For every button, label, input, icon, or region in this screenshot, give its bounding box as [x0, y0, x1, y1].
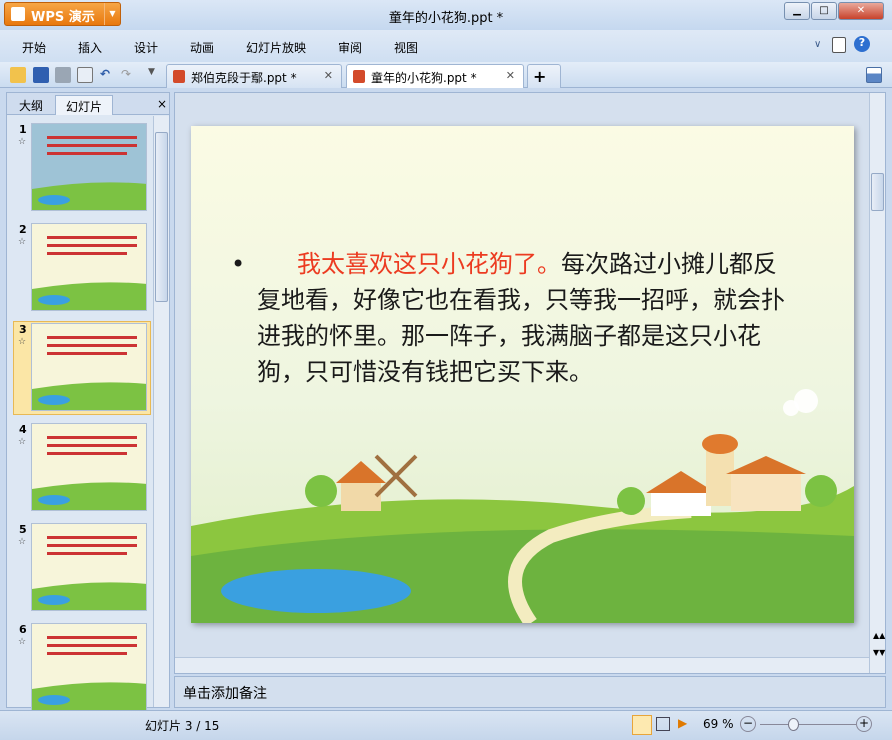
- close-panel-icon[interactable]: ×: [147, 95, 177, 115]
- animation-star-icon: ☆: [18, 637, 27, 647]
- undo-icon[interactable]: ↶: [100, 67, 116, 83]
- menu-slideshow[interactable]: 幻灯片放映: [246, 39, 306, 56]
- thumbnail-preview: [32, 636, 146, 710]
- next-slide-icon[interactable]: ▼▼: [873, 648, 885, 657]
- menu-animation[interactable]: 动画: [190, 39, 214, 56]
- notes-area[interactable]: 单击添加备注: [174, 676, 886, 708]
- slide-thumbnail[interactable]: [31, 223, 147, 311]
- zoom-level: 69 %: [703, 717, 734, 731]
- scroll-thumb[interactable]: [871, 173, 884, 211]
- slide-sorter-icon[interactable]: [656, 717, 670, 731]
- thumbnail-preview: [32, 236, 146, 310]
- tab-doc-1[interactable]: 郑伯克段于鄢.ppt * ✕: [166, 64, 342, 88]
- open-icon[interactable]: [10, 67, 26, 83]
- slide-thumbnail[interactable]: [31, 123, 147, 211]
- thumbnail-preview: [32, 436, 146, 510]
- thumbnail-number: 3: [19, 323, 27, 336]
- animation-star-icon: ☆: [18, 237, 27, 247]
- help-icon[interactable]: ?: [854, 36, 870, 52]
- thumbnail-preview: [32, 536, 146, 610]
- prev-slide-icon[interactable]: ▲▲: [873, 631, 885, 640]
- redo-icon[interactable]: ↷: [121, 67, 137, 83]
- thumbnail-number: 1: [19, 123, 27, 136]
- close-tab-icon[interactable]: ✕: [324, 69, 333, 82]
- tab-label: 郑伯克段于鄢.ppt *: [191, 71, 297, 85]
- thumbnail-number: 6: [19, 623, 27, 636]
- quick-toolbar: ↶ ↷ ▼ 郑伯克段于鄢.ppt * ✕ 童年的小花狗.ppt * ✕ +: [0, 62, 892, 88]
- tab-label: 童年的小花狗.ppt *: [371, 71, 477, 85]
- tab-doc-2[interactable]: 童年的小花狗.ppt * ✕: [346, 64, 524, 88]
- normal-view-icon[interactable]: [632, 715, 652, 735]
- tab-slides[interactable]: 幻灯片: [55, 95, 114, 115]
- zoom-slider-track[interactable]: [760, 724, 856, 725]
- collapse-ribbon-icon[interactable]: ∨: [814, 39, 821, 50]
- maximize-button[interactable]: □: [811, 2, 837, 20]
- scroll-thumb[interactable]: [155, 132, 168, 302]
- tab-outline[interactable]: 大纲: [9, 95, 53, 115]
- animation-star-icon: ☆: [18, 137, 27, 147]
- ppt-file-icon: [353, 70, 365, 83]
- minimize-button[interactable]: ▁: [784, 2, 810, 20]
- menu-home[interactable]: 开始: [22, 39, 46, 56]
- slide-thumbnail[interactable]: [31, 423, 147, 511]
- editor-horizontal-scrollbar[interactable]: [175, 657, 869, 673]
- title-bar: WPS 演示 ▼ 童年的小花狗.ppt * ▁ □ ✕: [0, 0, 892, 30]
- animation-star-icon: ☆: [18, 337, 27, 347]
- menu-design[interactable]: 设计: [134, 39, 158, 56]
- animation-star-icon: ☆: [18, 437, 27, 447]
- bullet-marker: •: [231, 250, 246, 278]
- slide-editor: • 我太喜欢这只小花狗了。每次路过小摊儿都反复地看，好像它也在看我，只等我一招呼，…: [174, 92, 886, 674]
- menu-insert[interactable]: 插入: [78, 39, 102, 56]
- new-tab-button[interactable]: +: [527, 64, 561, 88]
- slide-bullet-text[interactable]: • 我太喜欢这只小花狗了。每次路过小摊儿都反复地看，好像它也在看我，只等我一招呼，…: [231, 246, 797, 390]
- notes-placeholder: 单击添加备注: [183, 686, 267, 702]
- highlighted-text: 我太喜欢这只小花狗了。: [297, 250, 561, 278]
- thumbnail-number: 4: [19, 423, 27, 436]
- menu-review[interactable]: 审阅: [338, 39, 362, 56]
- slides-panel: 大纲 幻灯片 × 1 ☆ 2 ☆ 3 ☆ 4 ☆ 5 ☆ 6 ☆: [6, 92, 170, 711]
- menu-view[interactable]: 视图: [394, 39, 418, 56]
- ppt-file-icon: [173, 70, 185, 83]
- save-icon[interactable]: [33, 67, 49, 83]
- slide-thumbnail[interactable]: [31, 623, 147, 711]
- slide-thumbnail[interactable]: [31, 523, 147, 611]
- customize-icon[interactable]: ▼: [148, 67, 164, 83]
- window-layout-icon[interactable]: [866, 67, 882, 83]
- zoom-slider-knob[interactable]: [787, 718, 799, 731]
- status-bar: 幻灯片 3 / 15 ▶ 69 % − +: [0, 710, 892, 740]
- window-title: 童年的小花狗.ppt *: [388, 11, 504, 26]
- editor-vertical-scrollbar[interactable]: ▲▲ ▼▼: [869, 93, 885, 673]
- close-button[interactable]: ✕: [838, 2, 884, 20]
- slide-counter: 幻灯片 3 / 15: [145, 719, 220, 733]
- menu-bar: 开始 插入 设计 动画 幻灯片放映 审阅 视图 ∨ ?: [0, 30, 892, 62]
- skin-icon[interactable]: [832, 37, 846, 53]
- slide-canvas[interactable]: • 我太喜欢这只小花狗了。每次路过小摊儿都反复地看，好像它也在看我，只等我一招呼，…: [191, 126, 854, 623]
- close-tab-icon[interactable]: ✕: [506, 69, 515, 82]
- animation-star-icon: ☆: [18, 537, 27, 547]
- thumbnail-preview: [32, 136, 146, 210]
- slide-thumbnail[interactable]: [31, 323, 147, 411]
- thumbnail-preview: [32, 336, 146, 410]
- zoom-in-button[interactable]: +: [856, 716, 872, 732]
- slideshow-icon[interactable]: ▶: [678, 716, 687, 730]
- zoom-out-button[interactable]: −: [740, 716, 756, 732]
- thumbnail-number: 5: [19, 523, 27, 536]
- print-preview-icon[interactable]: [77, 67, 93, 83]
- thumbnail-number: 2: [19, 223, 27, 236]
- print-icon[interactable]: [55, 67, 71, 83]
- panel-scrollbar[interactable]: [153, 116, 169, 707]
